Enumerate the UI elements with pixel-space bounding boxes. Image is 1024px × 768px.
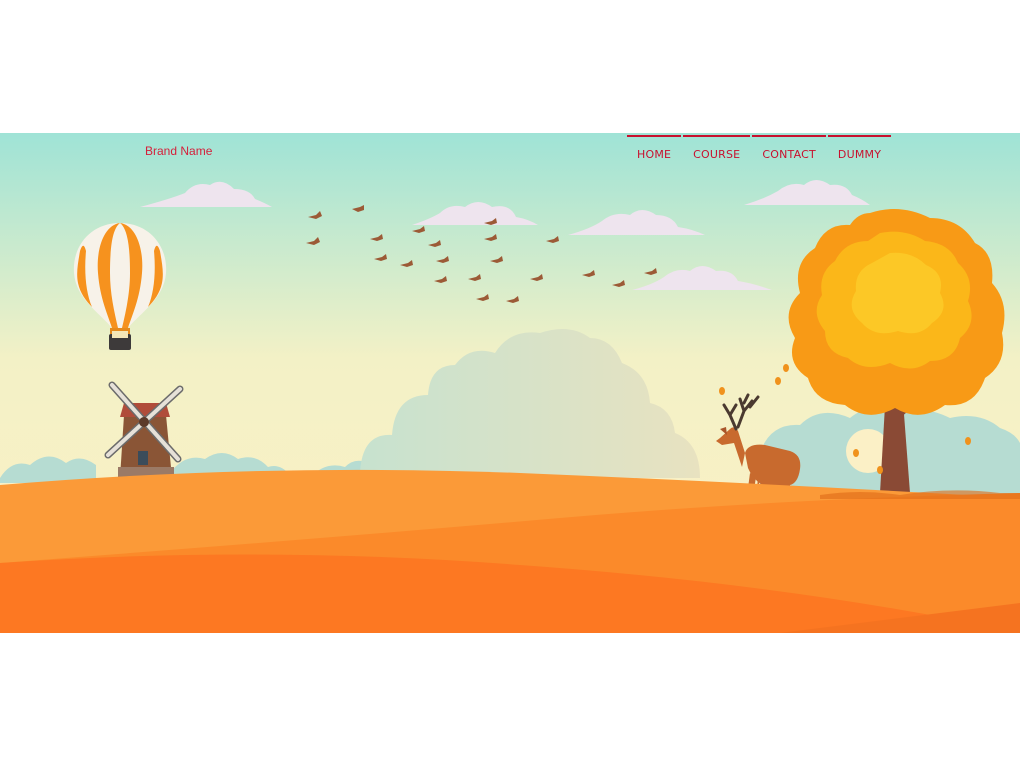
nav-course[interactable]: COURSE (683, 135, 751, 173)
nav-contact[interactable]: CONTACT (752, 135, 826, 173)
hero-banner (0, 133, 1020, 633)
nav-dummy[interactable]: DUMMY (827, 135, 892, 173)
nav-home[interactable]: HOME (627, 135, 682, 173)
main-navigation: HOME COURSE CONTACT DUMMY (627, 135, 892, 173)
brand-name-link[interactable]: Brand Name (145, 144, 212, 158)
autumn-landscape-illustration (0, 133, 1020, 633)
